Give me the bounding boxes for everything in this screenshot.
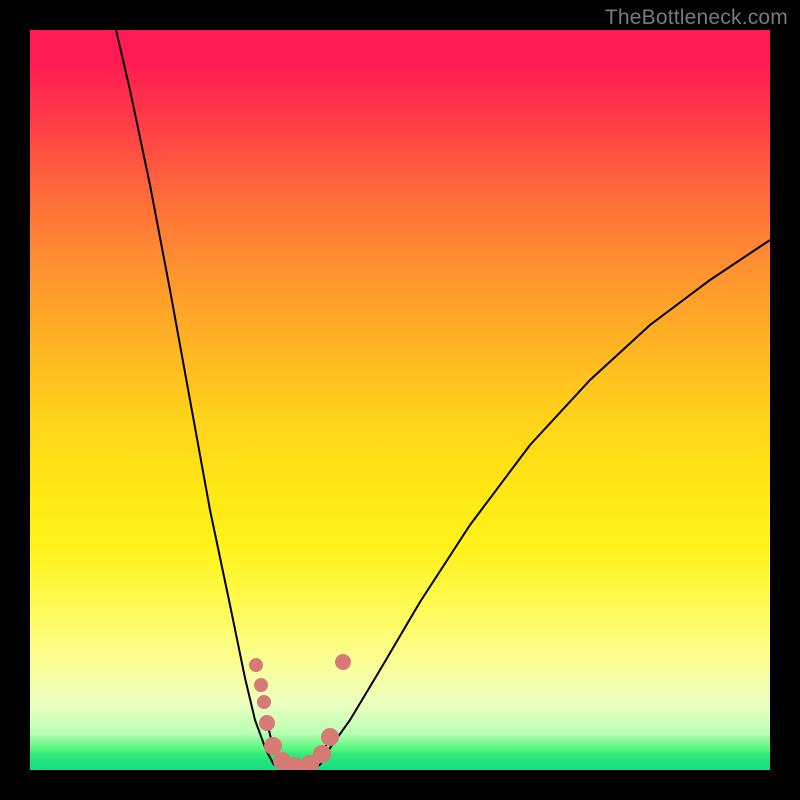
curve-right <box>320 240 770 765</box>
valley-marker <box>249 658 263 672</box>
valley-marker <box>335 654 351 670</box>
chart-frame: TheBottleneck.com <box>0 0 800 800</box>
watermark-text: TheBottleneck.com <box>605 6 788 30</box>
curve-left <box>116 30 274 765</box>
valley-marker <box>264 737 282 755</box>
valley-marker <box>321 728 339 746</box>
valley-marker <box>257 695 271 709</box>
bottleneck-curve <box>30 30 770 770</box>
valley-marker <box>313 745 331 763</box>
valley-marker <box>254 678 268 692</box>
valley-markers <box>249 654 351 770</box>
valley-marker <box>259 715 275 731</box>
plot-area <box>30 30 770 770</box>
